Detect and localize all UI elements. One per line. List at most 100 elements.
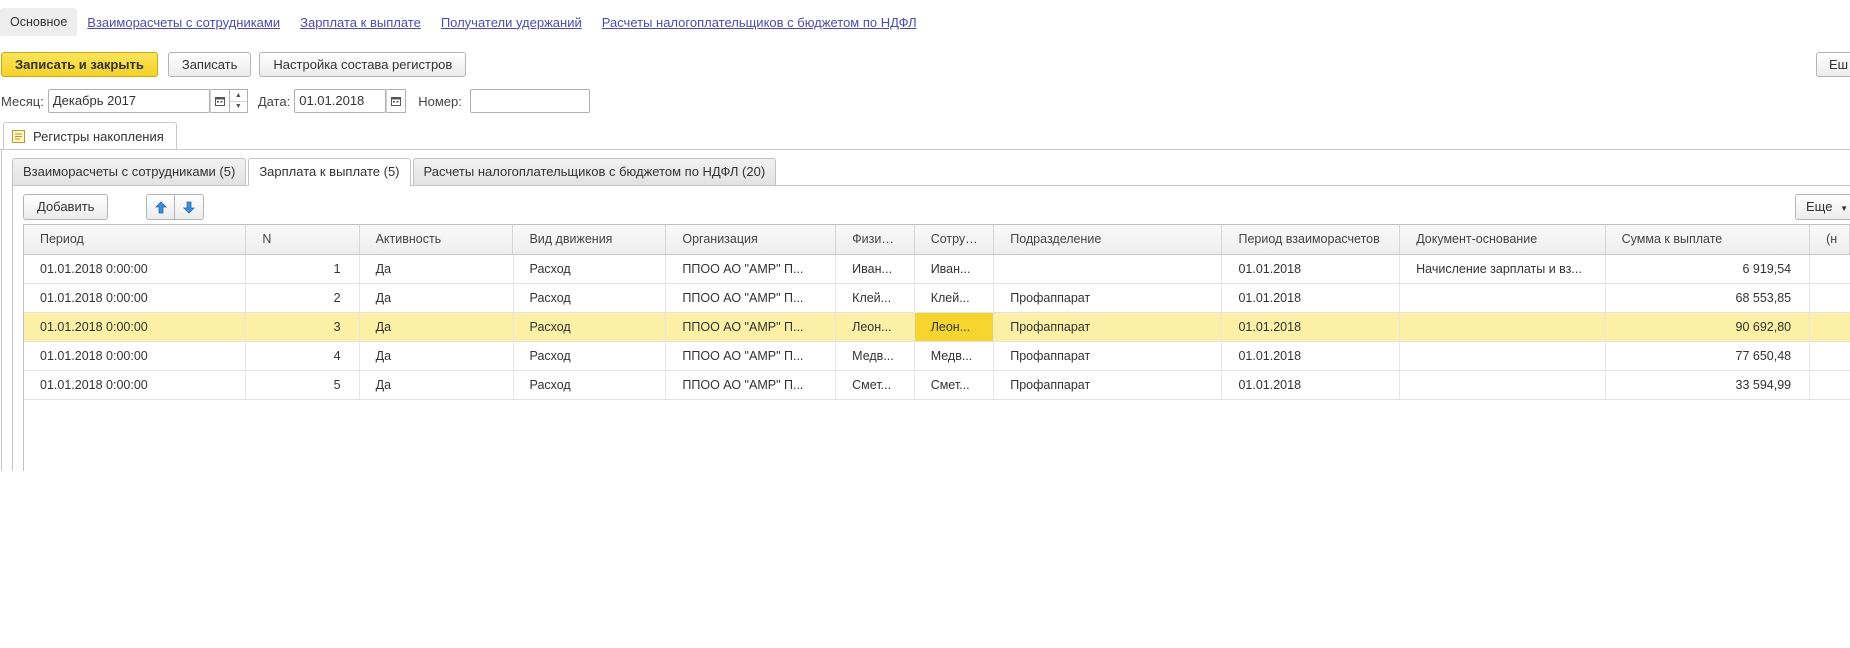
cell-n[interactable]: 5: [246, 371, 360, 399]
month-calendar-button[interactable]: [209, 89, 230, 113]
cell-organization[interactable]: ППОО АО "АМР" П...: [666, 284, 837, 312]
cell-employee[interactable]: Смет...: [915, 371, 995, 399]
register-records-table[interactable]: Период N Активность Вид движения Организ…: [23, 224, 1850, 471]
cell-organization[interactable]: ППОО АО "АМР" П...: [666, 255, 837, 283]
nav-link-deduction-recipients[interactable]: Получатели удержаний: [441, 15, 582, 30]
cell-organization[interactable]: ППОО АО "АМР" П...: [666, 342, 837, 370]
cell-employee-current[interactable]: Леон...: [914, 313, 995, 341]
cell-settlement-period[interactable]: 01.01.2018: [1222, 313, 1401, 341]
cell-base-document[interactable]: [1400, 313, 1606, 341]
cell-period[interactable]: 01.01.2018 0:00:00: [24, 284, 247, 312]
cell-n[interactable]: 1: [246, 255, 360, 283]
cell-settlement-period[interactable]: 01.01.2018: [1222, 342, 1401, 370]
cell-extra[interactable]: [1810, 371, 1850, 399]
table-row[interactable]: 01.01.2018 0:00:00 1 Да Расход ППОО АО "…: [24, 255, 1850, 284]
cell-person[interactable]: Смет...: [836, 371, 915, 399]
column-header[interactable]: Сумма к выплате: [1606, 225, 1811, 254]
column-header[interactable]: N: [246, 225, 360, 254]
cell-department[interactable]: Профаппарат: [994, 371, 1223, 399]
number-field[interactable]: [469, 89, 590, 113]
more-button[interactable]: Еш: [1816, 52, 1850, 77]
column-header[interactable]: Подразделение: [994, 225, 1223, 254]
month-field[interactable]: Декабрь 2017: [47, 89, 210, 113]
cell-n[interactable]: 3: [246, 313, 360, 341]
column-header[interactable]: Вид движения: [513, 225, 667, 254]
cell-settlement-period[interactable]: 01.01.2018: [1222, 284, 1401, 312]
nav-main[interactable]: Основное: [0, 8, 78, 36]
column-header[interactable]: Активность: [360, 225, 514, 254]
cell-movement[interactable]: Расход: [514, 342, 667, 370]
cell-amount[interactable]: 6 919,54: [1606, 255, 1811, 283]
tab-ndfl-budget[interactable]: Расчеты налогоплательщиков с бюджетом по…: [412, 158, 777, 185]
cell-department[interactable]: Профаппарат: [994, 342, 1223, 370]
accumulation-registers-tab[interactable]: Регистры накопления: [3, 122, 177, 149]
cell-n[interactable]: 4: [246, 342, 360, 370]
cell-extra[interactable]: [1810, 342, 1850, 370]
date-calendar-button[interactable]: [386, 89, 407, 113]
registers-setup-button[interactable]: Настройка состава регистров: [259, 52, 467, 77]
tab-employee-settlements[interactable]: Взаиморасчеты с сотрудниками (5): [12, 158, 247, 185]
cell-movement[interactable]: Расход: [514, 371, 667, 399]
save-and-close-button[interactable]: Записать и закрыть: [1, 52, 158, 77]
column-header[interactable]: Период взаиморасчетов: [1222, 225, 1401, 254]
nav-link-settlements[interactable]: Взаиморасчеты с сотрудниками: [87, 15, 280, 30]
cell-department[interactable]: [994, 255, 1223, 283]
cell-period[interactable]: 01.01.2018 0:00:00: [24, 371, 247, 399]
column-header[interactable]: Физи…: [836, 225, 915, 254]
cell-settlement-period[interactable]: 01.01.2018: [1222, 371, 1401, 399]
cell-organization[interactable]: ППОО АО "АМР" П...: [666, 313, 837, 341]
table-row[interactable]: 01.01.2018 0:00:00 2 Да Расход ППОО АО "…: [24, 284, 1850, 313]
column-header[interactable]: Период: [24, 225, 247, 254]
cell-movement[interactable]: Расход: [514, 313, 667, 341]
cell-extra[interactable]: [1810, 313, 1850, 341]
save-button[interactable]: Записать: [167, 52, 252, 77]
cell-active[interactable]: Да: [360, 371, 514, 399]
cell-base-document[interactable]: [1400, 371, 1606, 399]
date-field[interactable]: 01.01.2018: [294, 89, 387, 113]
cell-employee[interactable]: Иван...: [915, 255, 995, 283]
cell-amount[interactable]: 68 553,85: [1606, 284, 1811, 312]
column-header[interactable]: Документ-основание: [1400, 225, 1606, 254]
cell-person[interactable]: Леон...: [836, 313, 915, 341]
cell-period[interactable]: 01.01.2018 0:00:00: [24, 313, 247, 341]
month-spinner[interactable]: ▲ ▼: [229, 89, 248, 113]
move-down-button[interactable]: [175, 194, 205, 220]
cell-amount[interactable]: 33 594,99: [1606, 371, 1811, 399]
table-more-button[interactable]: Еще ▼: [1795, 194, 1850, 220]
cell-active[interactable]: Да: [360, 342, 514, 370]
table-row[interactable]: 01.01.2018 0:00:00 4 Да Расход ППОО АО "…: [24, 342, 1850, 371]
cell-organization[interactable]: ППОО АО "АМР" П...: [666, 371, 837, 399]
cell-active[interactable]: Да: [360, 284, 514, 312]
cell-person[interactable]: Медв...: [836, 342, 915, 370]
column-header[interactable]: Организация: [666, 225, 837, 254]
cell-base-document[interactable]: Начисление зарплаты и вз...: [1400, 255, 1606, 283]
nav-link-ndfl-settlements[interactable]: Расчеты налогоплательщиков с бюджетом по…: [602, 15, 917, 30]
spinner-down-icon[interactable]: ▼: [229, 100, 247, 113]
cell-movement[interactable]: Расход: [514, 255, 667, 283]
tab-salary-payable[interactable]: Зарплата к выплате (5): [248, 158, 411, 186]
cell-amount[interactable]: 77 650,48: [1606, 342, 1811, 370]
cell-base-document[interactable]: [1400, 342, 1606, 370]
cell-person[interactable]: Клей...: [836, 284, 915, 312]
cell-amount[interactable]: 90 692,80: [1606, 313, 1811, 341]
cell-extra[interactable]: [1810, 284, 1850, 312]
cell-period[interactable]: 01.01.2018 0:00:00: [24, 342, 247, 370]
cell-employee[interactable]: Клей...: [915, 284, 995, 312]
move-up-button[interactable]: [146, 194, 176, 220]
nav-link-salary-payable[interactable]: Зарплата к выплате: [300, 15, 421, 30]
cell-period[interactable]: 01.01.2018 0:00:00: [24, 255, 247, 283]
cell-extra[interactable]: [1810, 255, 1850, 283]
cell-department[interactable]: Профаппарат: [994, 313, 1223, 341]
add-row-button[interactable]: Добавить: [23, 194, 109, 220]
cell-n[interactable]: 2: [246, 284, 360, 312]
column-header[interactable]: Сотру…: [915, 225, 995, 254]
table-row[interactable]: 01.01.2018 0:00:00 5 Да Расход ППОО АО "…: [24, 371, 1850, 400]
column-header[interactable]: (н: [1810, 225, 1850, 254]
cell-base-document[interactable]: [1400, 284, 1606, 312]
spinner-up-icon[interactable]: ▲: [230, 90, 247, 101]
cell-department[interactable]: Профаппарат: [994, 284, 1223, 312]
cell-active[interactable]: Да: [360, 313, 514, 341]
cell-employee[interactable]: Медв...: [915, 342, 995, 370]
cell-active[interactable]: Да: [360, 255, 514, 283]
cell-movement[interactable]: Расход: [514, 284, 667, 312]
